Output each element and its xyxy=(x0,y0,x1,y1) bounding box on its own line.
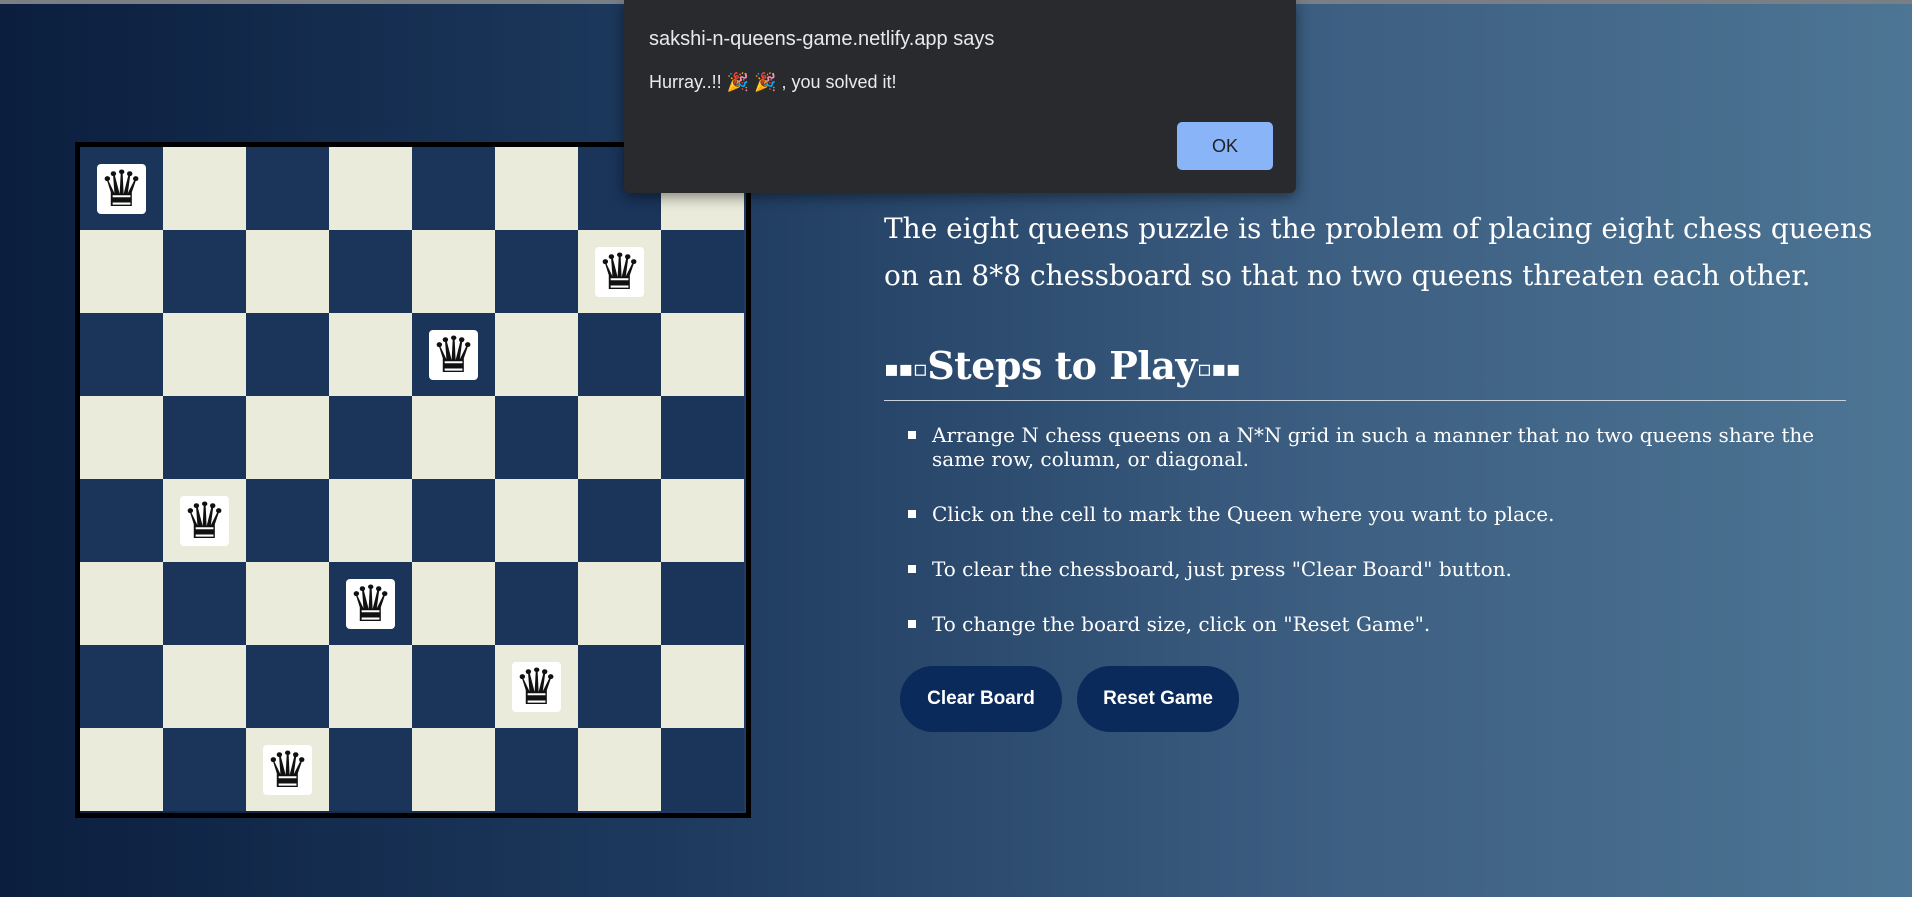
board-cell-r7-c4[interactable] xyxy=(412,728,495,811)
board-cell-r2-c1[interactable] xyxy=(163,313,246,396)
board-cell-r3-c3[interactable] xyxy=(329,396,412,479)
board-cell-r4-c6[interactable] xyxy=(578,479,661,562)
queen-icon: ♛ xyxy=(512,657,561,716)
board-cell-r6-c2[interactable] xyxy=(246,645,329,728)
board-cell-r7-c5[interactable] xyxy=(495,728,578,811)
board-cell-r0-c2[interactable] xyxy=(246,147,329,230)
board-cell-r5-c6[interactable] xyxy=(578,562,661,645)
square-bullet-icon xyxy=(908,620,916,628)
board-cell-r3-c4[interactable] xyxy=(412,396,495,479)
queen-icon: ♛ xyxy=(97,159,146,218)
board-cell-r3-c0[interactable] xyxy=(80,396,163,479)
board-cell-r6-c6[interactable] xyxy=(578,645,661,728)
steps-list: Arrange N chess queens on a N*N grid in … xyxy=(884,423,1844,667)
queen-icon: ♛ xyxy=(595,242,644,301)
board-cell-r5-c7[interactable] xyxy=(661,562,744,645)
queen-icon: ♛ xyxy=(263,740,312,799)
board-cell-r2-c4[interactable]: ♛ xyxy=(412,313,495,396)
dialog-ok-button[interactable]: OK xyxy=(1177,122,1273,170)
step-item: To clear the chessboard, just press "Cle… xyxy=(884,557,1844,581)
steps-heading-text: Steps to Play xyxy=(927,343,1197,388)
board-cell-r4-c2[interactable] xyxy=(246,479,329,562)
alert-dialog: sakshi-n-queens-game.netlify.app says Hu… xyxy=(624,0,1296,193)
step-text: Arrange N chess queens on a N*N grid in … xyxy=(932,423,1815,471)
board-cell-r0-c1[interactable] xyxy=(163,147,246,230)
board-cell-r1-c3[interactable] xyxy=(329,230,412,313)
queen-icon: ♛ xyxy=(180,491,229,550)
board-cell-r7-c1[interactable] xyxy=(163,728,246,811)
queen-icon: ♛ xyxy=(429,325,478,384)
intro-text: The eight queens puzzle is the problem o… xyxy=(884,212,1873,292)
square-bullet-icon xyxy=(908,431,916,439)
board-cell-r7-c2[interactable]: ♛ xyxy=(246,728,329,811)
reset-game-button[interactable]: Reset Game xyxy=(1077,666,1239,732)
board-cell-r0-c4[interactable] xyxy=(412,147,495,230)
board-cell-r6-c3[interactable] xyxy=(329,645,412,728)
board-cell-r3-c5[interactable] xyxy=(495,396,578,479)
board-cell-r2-c3[interactable] xyxy=(329,313,412,396)
clear-board-button[interactable]: Clear Board xyxy=(900,666,1062,732)
board-cell-r3-c7[interactable] xyxy=(661,396,744,479)
board-cell-r5-c2[interactable] xyxy=(246,562,329,645)
board-cell-r1-c2[interactable] xyxy=(246,230,329,313)
board-cell-r5-c4[interactable] xyxy=(412,562,495,645)
board-cell-r4-c3[interactable] xyxy=(329,479,412,562)
dialog-message: Hurray..!! 🎉 🎉 , you solved it! xyxy=(649,72,897,92)
board-cell-r4-c0[interactable] xyxy=(80,479,163,562)
chessboard: ♛ ♛ ♛ ♛ ♛ ♛ ♛ xyxy=(75,142,751,818)
board-cell-r2-c5[interactable] xyxy=(495,313,578,396)
board-cell-r4-c1[interactable]: ♛ xyxy=(163,479,246,562)
board-cell-r2-c2[interactable] xyxy=(246,313,329,396)
square-bullet-icon xyxy=(908,565,916,573)
board-cell-r6-c1[interactable] xyxy=(163,645,246,728)
steps-heading: ▪▪▫Steps to Play▫▪▪ xyxy=(884,343,1846,401)
board-cell-r1-c7[interactable] xyxy=(661,230,744,313)
heading-decoration-right: ▫▪▪ xyxy=(1196,357,1241,382)
board-cell-r1-c6[interactable]: ♛ xyxy=(578,230,661,313)
board-cell-r2-c7[interactable] xyxy=(661,313,744,396)
board-cell-r0-c5[interactable] xyxy=(495,147,578,230)
board-cell-r1-c5[interactable] xyxy=(495,230,578,313)
step-text: To clear the chessboard, just press "Cle… xyxy=(932,557,1512,581)
board-cell-r6-c0[interactable] xyxy=(80,645,163,728)
board-cell-r6-c7[interactable] xyxy=(661,645,744,728)
queen-icon: ♛ xyxy=(346,574,395,633)
heading-decoration-left: ▪▪▫ xyxy=(884,357,928,382)
board-cell-r4-c5[interactable] xyxy=(495,479,578,562)
board-cell-r5-c5[interactable] xyxy=(495,562,578,645)
step-text: Click on the cell to mark the Queen wher… xyxy=(932,502,1555,526)
board-cell-r7-c3[interactable] xyxy=(329,728,412,811)
board-cell-r6-c4[interactable] xyxy=(412,645,495,728)
board-cell-r1-c0[interactable] xyxy=(80,230,163,313)
board-cell-r5-c1[interactable] xyxy=(163,562,246,645)
step-item: Click on the cell to mark the Queen wher… xyxy=(884,502,1844,526)
board-cell-r0-c0[interactable]: ♛ xyxy=(80,147,163,230)
board-cell-r3-c6[interactable] xyxy=(578,396,661,479)
board-cell-r3-c2[interactable] xyxy=(246,396,329,479)
step-item: Arrange N chess queens on a N*N grid in … xyxy=(884,423,1844,471)
step-item: To change the board size, click on "Rese… xyxy=(884,612,1844,636)
board-cell-r1-c1[interactable] xyxy=(163,230,246,313)
square-bullet-icon xyxy=(908,510,916,518)
board-cell-r3-c1[interactable] xyxy=(163,396,246,479)
board-cell-r7-c7[interactable] xyxy=(661,728,744,811)
board-cell-r6-c5[interactable]: ♛ xyxy=(495,645,578,728)
board-cell-r0-c3[interactable] xyxy=(329,147,412,230)
step-text: To change the board size, click on "Rese… xyxy=(932,612,1431,636)
board-cell-r5-c0[interactable] xyxy=(80,562,163,645)
board-cell-r2-c6[interactable] xyxy=(578,313,661,396)
board-cell-r4-c7[interactable] xyxy=(661,479,744,562)
board-cell-r7-c0[interactable] xyxy=(80,728,163,811)
board-cell-r7-c6[interactable] xyxy=(578,728,661,811)
board-cell-r5-c3[interactable]: ♛ xyxy=(329,562,412,645)
board-cell-r4-c4[interactable] xyxy=(412,479,495,562)
board-cell-r2-c0[interactable] xyxy=(80,313,163,396)
board-cell-r1-c4[interactable] xyxy=(412,230,495,313)
dialog-title: sakshi-n-queens-game.netlify.app says xyxy=(649,28,995,50)
